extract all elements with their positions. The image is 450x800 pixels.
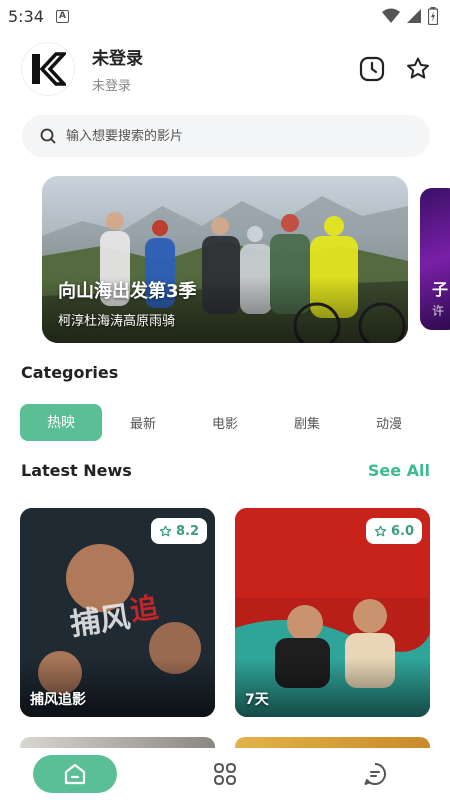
search-bar[interactable] xyxy=(22,115,430,157)
movie-card[interactable]: 6.0 7天 xyxy=(235,508,430,717)
movie-title: 7天 xyxy=(245,692,269,708)
rating-badge: 8.2 xyxy=(150,518,207,544)
user-status: 未登录 xyxy=(92,79,132,94)
app-logo[interactable] xyxy=(22,43,74,95)
favorites-button[interactable] xyxy=(404,55,432,83)
categories-heading: Categories xyxy=(21,363,119,382)
status-icons xyxy=(382,7,438,25)
notification-badge: A xyxy=(55,9,69,23)
history-button[interactable] xyxy=(358,55,386,83)
search-icon xyxy=(40,128,56,144)
nav-discover[interactable] xyxy=(183,755,267,793)
user-info[interactable]: 未登录 未登录 xyxy=(92,44,143,94)
see-all-link[interactable]: See All xyxy=(368,461,430,480)
movie-title: 捕风追影 xyxy=(30,692,86,708)
banner-next-subtitle: 许 xyxy=(432,304,445,318)
user-name: 未登录 xyxy=(92,49,143,69)
banner-slide[interactable]: 向山海出发第3季 柯淳杜海涛高原雨骑 xyxy=(42,176,408,343)
signal-icon xyxy=(407,9,421,23)
latest-news-heading: Latest News xyxy=(21,461,132,480)
tab-hot[interactable]: 热映 xyxy=(20,403,102,441)
home-icon xyxy=(64,763,86,785)
category-tabs: 热映 最新 电影 剧集 动漫 xyxy=(20,403,432,441)
nav-home[interactable] xyxy=(33,755,117,793)
history-clock-icon xyxy=(359,56,385,82)
tab-latest[interactable]: 最新 xyxy=(102,404,184,441)
nav-messages[interactable] xyxy=(333,755,417,793)
tab-movies[interactable]: 电影 xyxy=(184,404,266,441)
search-input[interactable] xyxy=(66,128,366,144)
banner-subtitle: 柯淳杜海涛高原雨骑 xyxy=(58,314,176,329)
tab-series[interactable]: 剧集 xyxy=(266,404,348,441)
rating-star-icon xyxy=(159,525,172,536)
apps-grid-icon xyxy=(213,762,237,786)
rating-value: 6.0 xyxy=(390,523,414,539)
header: 未登录 未登录 xyxy=(22,42,432,96)
bottom-nav xyxy=(0,748,450,800)
movie-card[interactable]: 捕风 追 8.2 捕风追影 xyxy=(20,508,215,717)
rating-badge: 6.0 xyxy=(365,518,422,544)
status-bar: 5:34 A xyxy=(0,0,450,32)
battery-icon xyxy=(428,7,438,25)
chat-icon xyxy=(364,763,386,785)
banner-next-title: 子 xyxy=(432,280,449,299)
banner-title: 向山海出发第3季 xyxy=(58,281,197,302)
banner-slide-next[interactable]: 子 许 xyxy=(420,188,450,330)
favorite-star-icon xyxy=(407,57,429,79)
rating-value: 8.2 xyxy=(175,523,199,539)
tab-anime[interactable]: 动漫 xyxy=(348,404,430,441)
svg-text:追: 追 xyxy=(128,591,161,628)
rating-star-icon xyxy=(374,525,387,536)
wifi-icon xyxy=(382,8,400,23)
header-actions xyxy=(358,55,432,83)
status-time: 5:34 xyxy=(8,6,44,26)
logo-k-icon xyxy=(32,52,66,86)
